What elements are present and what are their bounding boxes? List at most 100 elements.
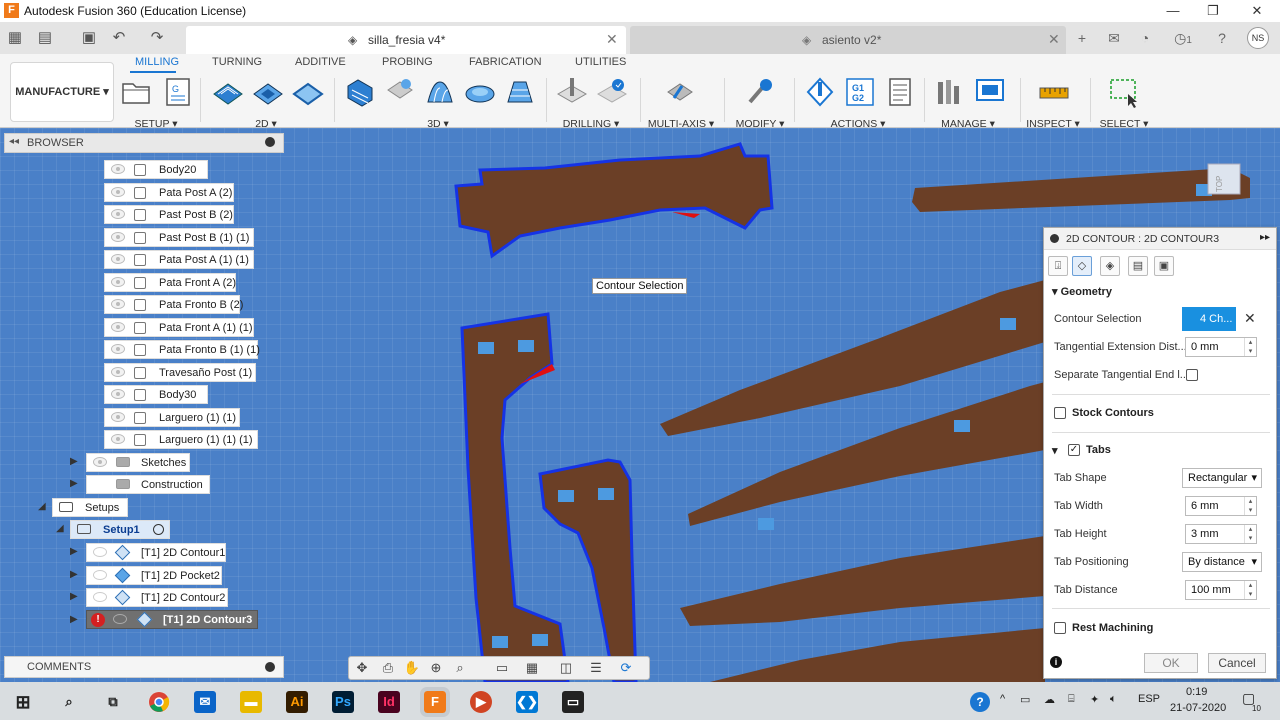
visibility-eye-icon[interactable] <box>93 570 107 580</box>
windows-start-icon[interactable]: ⊞ <box>12 691 34 713</box>
visibility-eye-icon[interactable] <box>111 277 125 287</box>
illustrator-icon[interactable]: Ai <box>286 691 308 713</box>
volume-icon[interactable]: 🔈︎ <box>1110 693 1117 706</box>
rest-machining-checkbox[interactable] <box>1054 622 1066 634</box>
help-icon[interactable]: ? <box>1212 28 1232 48</box>
2d-pocket-icon[interactable] <box>252 76 284 108</box>
avatar[interactable]: NS <box>1247 27 1269 49</box>
tab-height-field[interactable]: 3 mm ▴ ▾ <box>1185 524 1257 544</box>
stepper-icon[interactable]: ▴ ▾ <box>1244 525 1256 543</box>
orbit-move-icon[interactable]: ✥ <box>353 660 371 676</box>
expand-construction-icon[interactable]: ▶ <box>70 478 80 490</box>
operation-2d-contour2[interactable]: [T1] 2D Contour2 <box>86 588 228 607</box>
powerpoint-icon[interactable]: ▶ <box>470 691 492 713</box>
vscode-icon[interactable]: ❮❯ <box>516 691 538 713</box>
expand-op-icon[interactable]: ▶ <box>70 546 80 558</box>
refresh-icon[interactable]: ⟳ <box>617 660 635 676</box>
visibility-eye-icon[interactable] <box>93 592 107 602</box>
hole-recognition-icon[interactable] <box>596 76 628 108</box>
browser-body[interactable]: Pata Front A (2) <box>104 273 236 292</box>
3d-scallop-icon[interactable] <box>464 76 496 108</box>
browser-setups[interactable]: Setups <box>52 498 128 517</box>
operation-2d-contour3[interactable]: ! [T1] 2D Contour3 <box>86 610 258 629</box>
2d-contour-icon[interactable] <box>292 76 324 108</box>
activate-setup-icon[interactable] <box>153 524 164 535</box>
browser-body[interactable]: Larguero (1) (1) <box>104 408 240 427</box>
visibility-eye-icon[interactable] <box>111 344 125 354</box>
browser-body[interactable]: Pata Fronto B (2) <box>104 295 243 314</box>
nc-program-icon[interactable]: G <box>162 76 194 108</box>
doc-tab-asiento[interactable]: ◈ asiento v2* ✕ <box>630 26 1066 54</box>
pan-icon[interactable]: ✋ <box>403 660 421 676</box>
stock-contours-checkbox[interactable] <box>1054 407 1066 419</box>
close-tab-icon[interactable]: ✕ <box>1048 31 1060 48</box>
tabs-section-toggle[interactable]: ▾ <box>1052 444 1058 457</box>
tab-turning[interactable]: TURNING <box>212 56 262 68</box>
network-icon[interactable]: ⌸ <box>1068 693 1075 706</box>
undo-icon[interactable]: ↶ <box>108 28 130 48</box>
workspace-switcher[interactable]: MANUFACTURE ▾ <box>10 62 114 122</box>
stepper-icon[interactable]: ▴ ▾ <box>1244 338 1256 356</box>
simulate-icon[interactable] <box>804 76 836 108</box>
tab-shape-select[interactable]: Rectangular <box>1182 468 1262 488</box>
browser-body[interactable]: Past Post B (1) (1) <box>104 228 254 247</box>
tab-additive[interactable]: ADDITIVE <box>295 56 346 68</box>
operation-2d-pocket2[interactable]: [T1] 2D Pocket2 <box>86 566 222 585</box>
grid-snaps-icon[interactable]: ▦ <box>523 660 541 676</box>
stepper-icon[interactable]: ▴ ▾ <box>1244 581 1256 599</box>
notifications-icon[interactable]: ✉ <box>1104 28 1124 48</box>
visibility-eye-icon[interactable] <box>111 299 125 309</box>
browser-body[interactable]: Pata Post A (2) <box>104 183 234 202</box>
part-diagonal-3[interactable] <box>680 536 1045 626</box>
zoom-icon[interactable]: ⊕ <box>427 660 445 676</box>
modify-tools-icon[interactable] <box>744 76 776 108</box>
tangential-extension-field[interactable]: 0 mm ▴ ▾ <box>1185 337 1257 357</box>
data-panel-icon[interactable]: ◔ <box>1135 28 1155 48</box>
clock-time[interactable]: 0:19 <box>1186 686 1207 698</box>
ok-button[interactable]: OK <box>1144 653 1198 673</box>
apps-grid-icon[interactable]: ▦ <box>4 28 26 48</box>
setup-sheet-icon[interactable] <box>884 76 916 108</box>
battery-icon[interactable]: ▭ <box>1020 693 1030 706</box>
visibility-eye-icon[interactable] <box>111 412 125 422</box>
collapse-setup1-icon[interactable]: ◢ <box>56 523 66 535</box>
visibility-eye-icon[interactable] <box>111 209 125 219</box>
visibility-eye-icon[interactable] <box>111 254 125 264</box>
collapse-setups-icon[interactable]: ◢ <box>38 501 48 513</box>
tab-utilities[interactable]: UTILITIES <box>575 56 626 68</box>
browser-body[interactable]: Body30 <box>104 385 208 404</box>
close-tab-icon[interactable]: ✕ <box>606 31 618 48</box>
measure-icon[interactable] <box>1038 76 1070 108</box>
3d-steep-shallow-icon[interactable] <box>504 76 536 108</box>
viewports-icon[interactable]: ◫ <box>557 660 575 676</box>
geometry-tab-icon[interactable]: ◇ <box>1072 256 1092 276</box>
part-diagonal-4[interactable] <box>710 628 1045 682</box>
help-tray-icon[interactable]: ? <box>970 692 990 712</box>
collapse-browser-icon[interactable]: ◂◂ <box>9 136 19 147</box>
view-cube[interactable] <box>1207 163 1241 195</box>
look-at-icon[interactable]: ⎙ <box>379 660 397 676</box>
visibility-eye-icon[interactable] <box>111 434 125 444</box>
photoshop-icon[interactable]: Ps <box>332 691 354 713</box>
tab-positioning-select[interactable]: By distance <box>1182 552 1262 572</box>
visibility-eye-icon[interactable] <box>111 322 125 332</box>
onedrive-icon[interactable]: ☁ <box>1044 693 1055 706</box>
visibility-eye-icon[interactable] <box>93 457 107 467</box>
multi-axis-swarf-icon[interactable] <box>664 76 696 108</box>
browser-folder-construction[interactable]: Construction <box>86 475 210 494</box>
comments-panel[interactable]: COMMENTS <box>4 656 284 678</box>
selected-part-top[interactable] <box>454 142 774 259</box>
browser-folder-sketches[interactable]: Sketches <box>86 453 190 472</box>
task-view-icon[interactable]: ⧉ <box>102 691 124 713</box>
browser-body[interactable]: Larguero (1) (1) (1) <box>104 430 258 449</box>
contour-selection-button[interactable]: 4 Ch... <box>1182 307 1236 331</box>
expand-op-icon[interactable]: ▶ <box>70 614 80 626</box>
browser-body[interactable]: Pata Front A (1) (1) <box>104 318 254 337</box>
browser-pin-icon[interactable] <box>265 137 275 147</box>
expand-sketches-icon[interactable]: ▶ <box>70 456 80 468</box>
visibility-eye-icon[interactable] <box>111 187 125 197</box>
dialog-pin-icon[interactable] <box>1050 234 1059 243</box>
browser-setup1[interactable]: Setup1 <box>70 520 170 539</box>
maximize-button[interactable]: ❐ <box>1190 0 1236 22</box>
passes-tab-icon[interactable]: ▤ <box>1128 256 1148 276</box>
